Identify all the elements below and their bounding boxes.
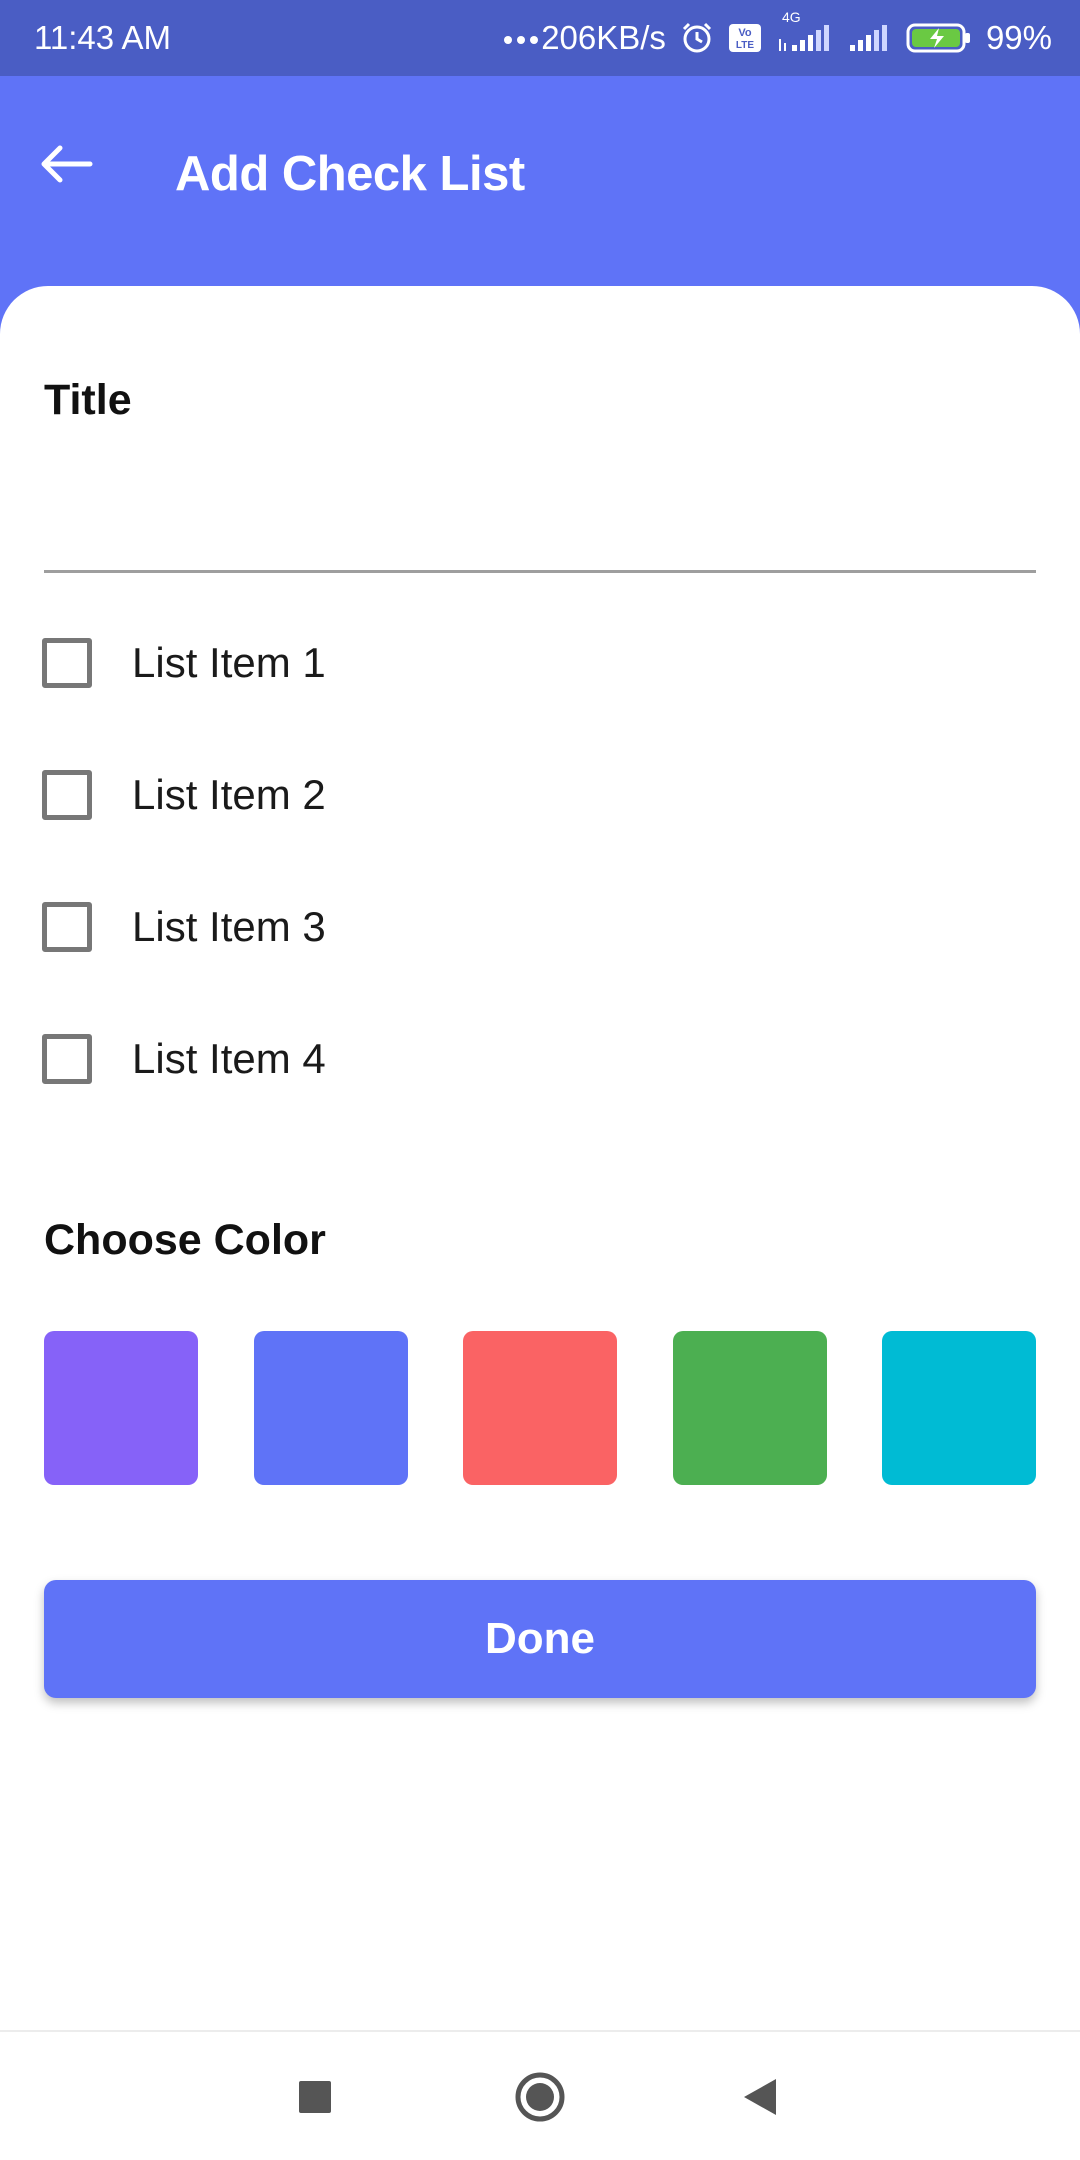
- check-list: List Item 1 List Item 2 List Item 3 List…: [42, 636, 1042, 1164]
- alarm-icon: [680, 21, 714, 55]
- list-item-label: List Item 1: [132, 639, 326, 686]
- color-swatch-blue[interactable]: [253, 1331, 408, 1485]
- network-type-label: 4G: [781, 9, 801, 25]
- choose-color-label: Choose Color: [44, 1216, 326, 1264]
- status-bar: 11:43 AM 206KB/s Vo LTE 4G 99%: [0, 0, 1080, 76]
- list-item[interactable]: List Item 1: [42, 636, 1042, 768]
- done-button[interactable]: Done: [44, 1580, 1036, 1698]
- status-icons: 206KB/s Vo LTE 4G 99%: [503, 9, 1052, 57]
- status-time: 11:43 AM: [34, 19, 171, 56]
- title-input[interactable]: [44, 461, 1036, 573]
- svg-text:Vo: Vo: [738, 27, 752, 39]
- title-label: Title: [44, 376, 132, 424]
- list-item-label: List Item 3: [132, 903, 326, 950]
- navigation-bar: [0, 2030, 1080, 2160]
- color-swatch-cyan[interactable]: [882, 1331, 1036, 1485]
- checkbox[interactable]: [42, 770, 92, 820]
- signal-4g-icon: 4G: [776, 9, 834, 53]
- battery-percent: 99%: [985, 19, 1052, 56]
- list-item[interactable]: List Item 2: [42, 768, 1042, 900]
- content-card: Title List Item 1 List Item 2 List Item …: [0, 286, 1080, 2030]
- color-swatch-purple[interactable]: [44, 1331, 198, 1485]
- home-button[interactable]: [505, 2062, 575, 2132]
- dots-icon: [503, 32, 539, 44]
- signal-icon: [848, 23, 892, 53]
- network-speed: 206KB/s: [541, 19, 666, 56]
- checkbox[interactable]: [42, 638, 92, 688]
- recents-button[interactable]: [280, 2062, 350, 2132]
- recents-square-icon: [299, 2081, 331, 2113]
- list-item[interactable]: List Item 4: [42, 1032, 1042, 1164]
- home-circle-icon: [515, 2072, 565, 2122]
- list-item-label: List Item 2: [132, 771, 326, 818]
- screen: 11:43 AM 206KB/s Vo LTE 4G 99% Add Check…: [0, 0, 1080, 2160]
- system-back-button[interactable]: [725, 2062, 795, 2132]
- list-item-label: List Item 4: [132, 1035, 326, 1082]
- volte-icon: Vo LTE: [728, 23, 762, 53]
- back-triangle-icon: [744, 2079, 776, 2115]
- battery-charging-icon: [906, 22, 972, 54]
- checkbox[interactable]: [42, 902, 92, 952]
- app-bar: Add Check List: [0, 76, 1080, 286]
- back-button[interactable]: [36, 141, 96, 187]
- page-title: Add Check List: [175, 147, 525, 201]
- color-swatch-red[interactable]: [463, 1331, 617, 1485]
- color-swatch-green[interactable]: [672, 1331, 827, 1485]
- svg-text:LTE: LTE: [736, 40, 754, 51]
- color-swatches: [44, 1331, 1036, 1485]
- checkbox[interactable]: [42, 1034, 92, 1084]
- list-item[interactable]: List Item 3: [42, 900, 1042, 1032]
- back-arrow-icon: [41, 145, 93, 183]
